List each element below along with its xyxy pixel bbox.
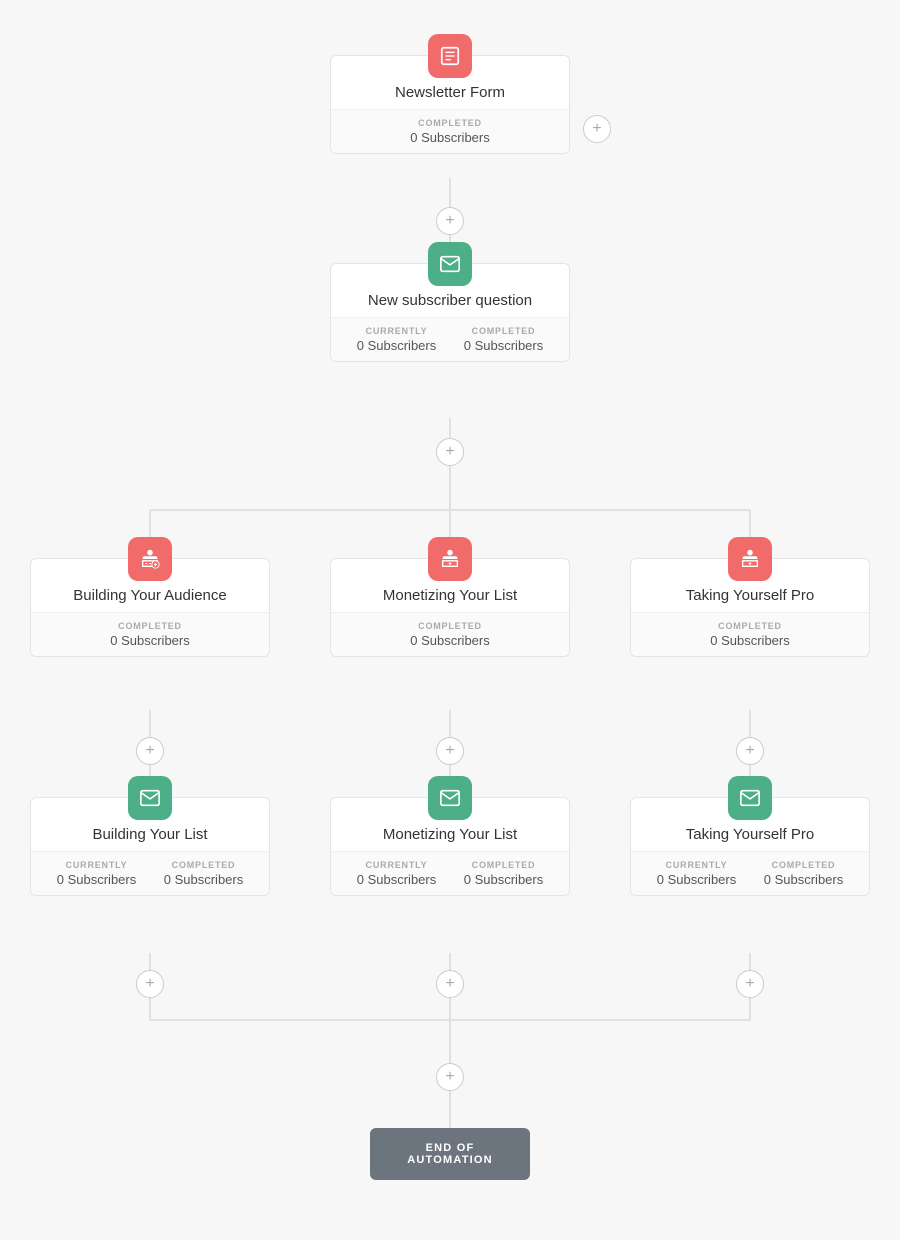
taking-pro-2-stat-currently: CURRENTLY 0 Subscribers bbox=[657, 860, 736, 887]
taking-pro-1-stat-completed: COMPLETED 0 Subscribers bbox=[710, 621, 789, 648]
monetizing-list-2-icon-badge bbox=[428, 776, 472, 820]
monetizing-list-1-stat-completed: COMPLETED 0 Subscribers bbox=[410, 621, 489, 648]
monetizing-list-2-stat-currently: CURRENTLY 0 Subscribers bbox=[357, 860, 436, 887]
plus-below-taking-pro-1[interactable]: + bbox=[736, 737, 764, 765]
newsletter-form-stat-value: 0 Subscribers bbox=[410, 130, 489, 145]
plus-before-end[interactable]: + bbox=[436, 1063, 464, 1091]
taking-yourself-pro-2-card: Taking Yourself Pro CURRENTLY 0 Subscrib… bbox=[630, 797, 870, 896]
taking-yourself-pro-1-card: Taking Yourself Pro COMPLETED 0 Subscrib… bbox=[630, 558, 870, 657]
plus-below-building-audience[interactable]: + bbox=[136, 737, 164, 765]
taking-pro-1-icon-badge bbox=[728, 537, 772, 581]
taking-pro-2-icon-badge bbox=[728, 776, 772, 820]
new-subscriber-question-card: New subscriber question CURRENTLY 0 Subs… bbox=[330, 263, 570, 362]
new-subscriber-stat-currently: CURRENTLY 0 Subscribers bbox=[357, 326, 436, 353]
building-your-list-card: Building Your List CURRENTLY 0 Subscribe… bbox=[30, 797, 270, 896]
plus-below-monetizing-2[interactable]: + bbox=[436, 970, 464, 998]
newsletter-form-stat-completed: COMPLETED 0 Subscribers bbox=[410, 118, 489, 145]
monetizing-your-list-1-card: Monetizing Your List COMPLETED 0 Subscri… bbox=[330, 558, 570, 657]
newsletter-form-icon-badge bbox=[428, 34, 472, 78]
taking-pro-2-stats: CURRENTLY 0 Subscribers COMPLETED 0 Subs… bbox=[631, 851, 869, 895]
monetizing-list-2-stats: CURRENTLY 0 Subscribers COMPLETED 0 Subs… bbox=[331, 851, 569, 895]
monetizing-your-list-2-card: Monetizing Your List CURRENTLY 0 Subscri… bbox=[330, 797, 570, 896]
newsletter-form-card: Newsletter Form COMPLETED 0 Subscribers bbox=[330, 55, 570, 154]
end-of-automation: END OF AUTOMATION bbox=[370, 1128, 530, 1180]
taking-pro-1-stats: COMPLETED 0 Subscribers bbox=[631, 612, 869, 656]
building-audience-stats: COMPLETED 0 Subscribers bbox=[31, 612, 269, 656]
monetizing-list-2-stat-completed: COMPLETED 0 Subscribers bbox=[464, 860, 543, 887]
monetizing-list-1-stats: COMPLETED 0 Subscribers bbox=[331, 612, 569, 656]
building-audience-icon-badge bbox=[128, 537, 172, 581]
building-list-icon-badge bbox=[128, 776, 172, 820]
building-list-stats: CURRENTLY 0 Subscribers COMPLETED 0 Subs… bbox=[31, 851, 269, 895]
plus-below-subscriber-question[interactable]: + bbox=[436, 438, 464, 466]
plus-below-newsletter[interactable]: + bbox=[436, 207, 464, 235]
plus-newsletter-side[interactable]: + bbox=[583, 115, 611, 143]
new-subscriber-stat-completed: COMPLETED 0 Subscribers bbox=[464, 326, 543, 353]
building-audience-stat-completed: COMPLETED 0 Subscribers bbox=[110, 621, 189, 648]
newsletter-form-stats: COMPLETED 0 Subscribers bbox=[331, 109, 569, 153]
building-list-stat-completed: COMPLETED 0 Subscribers bbox=[164, 860, 243, 887]
taking-pro-2-stat-completed: COMPLETED 0 Subscribers bbox=[764, 860, 843, 887]
plus-below-taking-pro-2[interactable]: + bbox=[736, 970, 764, 998]
building-list-stat-currently: CURRENTLY 0 Subscribers bbox=[57, 860, 136, 887]
end-of-automation-label: END OF AUTOMATION bbox=[407, 1142, 493, 1166]
newsletter-form-stat-label: COMPLETED bbox=[410, 118, 489, 128]
monetizing-list-1-icon-badge bbox=[428, 537, 472, 581]
new-subscriber-icon-badge bbox=[428, 242, 472, 286]
plus-below-building-list[interactable]: + bbox=[136, 970, 164, 998]
building-your-audience-card: Building Your Audience COMPLETED 0 Subsc… bbox=[30, 558, 270, 657]
plus-below-monetizing-1[interactable]: + bbox=[436, 737, 464, 765]
new-subscriber-stats: CURRENTLY 0 Subscribers COMPLETED 0 Subs… bbox=[331, 317, 569, 361]
